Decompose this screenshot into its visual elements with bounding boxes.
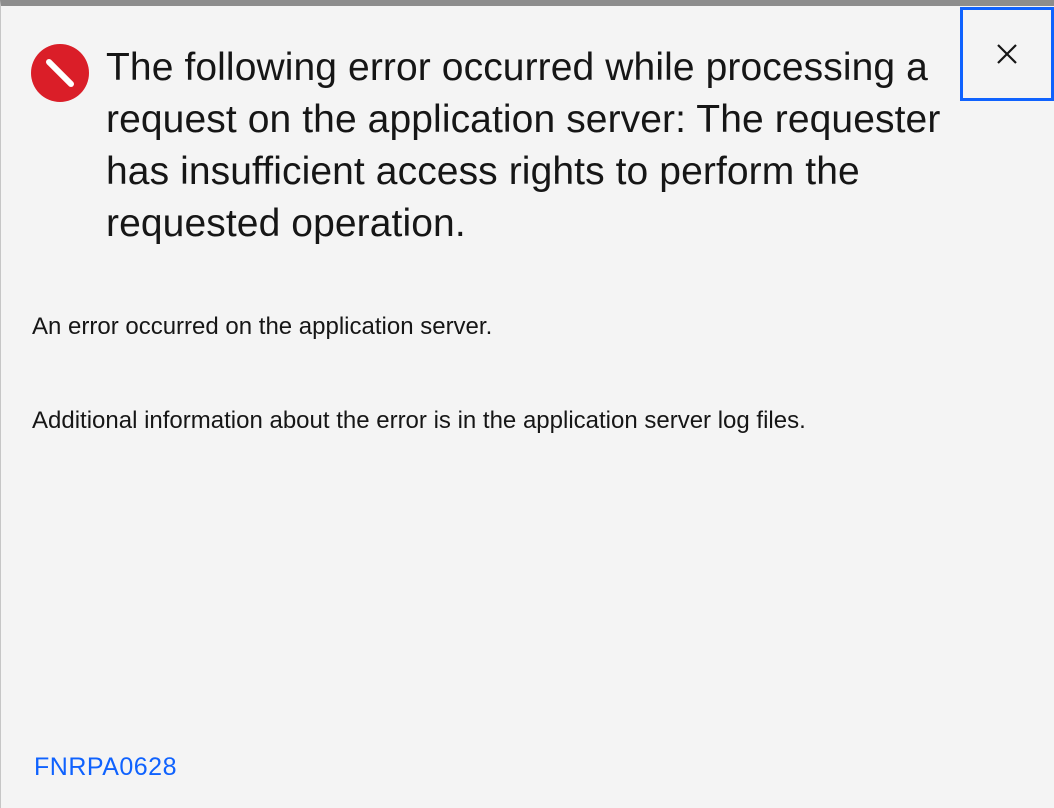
error-circle-icon <box>31 44 89 102</box>
error-code-link[interactable]: FNRPA0628 <box>34 750 177 784</box>
error-message-details: Additional information about the error i… <box>32 407 806 434</box>
error-dialog: The following error occurred while proce… <box>0 0 1054 808</box>
close-button[interactable] <box>960 7 1054 101</box>
dialog-header: The following error occurred while proce… <box>31 42 941 250</box>
dialog-title: The following error occurred while proce… <box>106 46 941 245</box>
close-icon <box>996 43 1018 65</box>
error-message-summary: An error occurred on the application ser… <box>32 313 493 340</box>
